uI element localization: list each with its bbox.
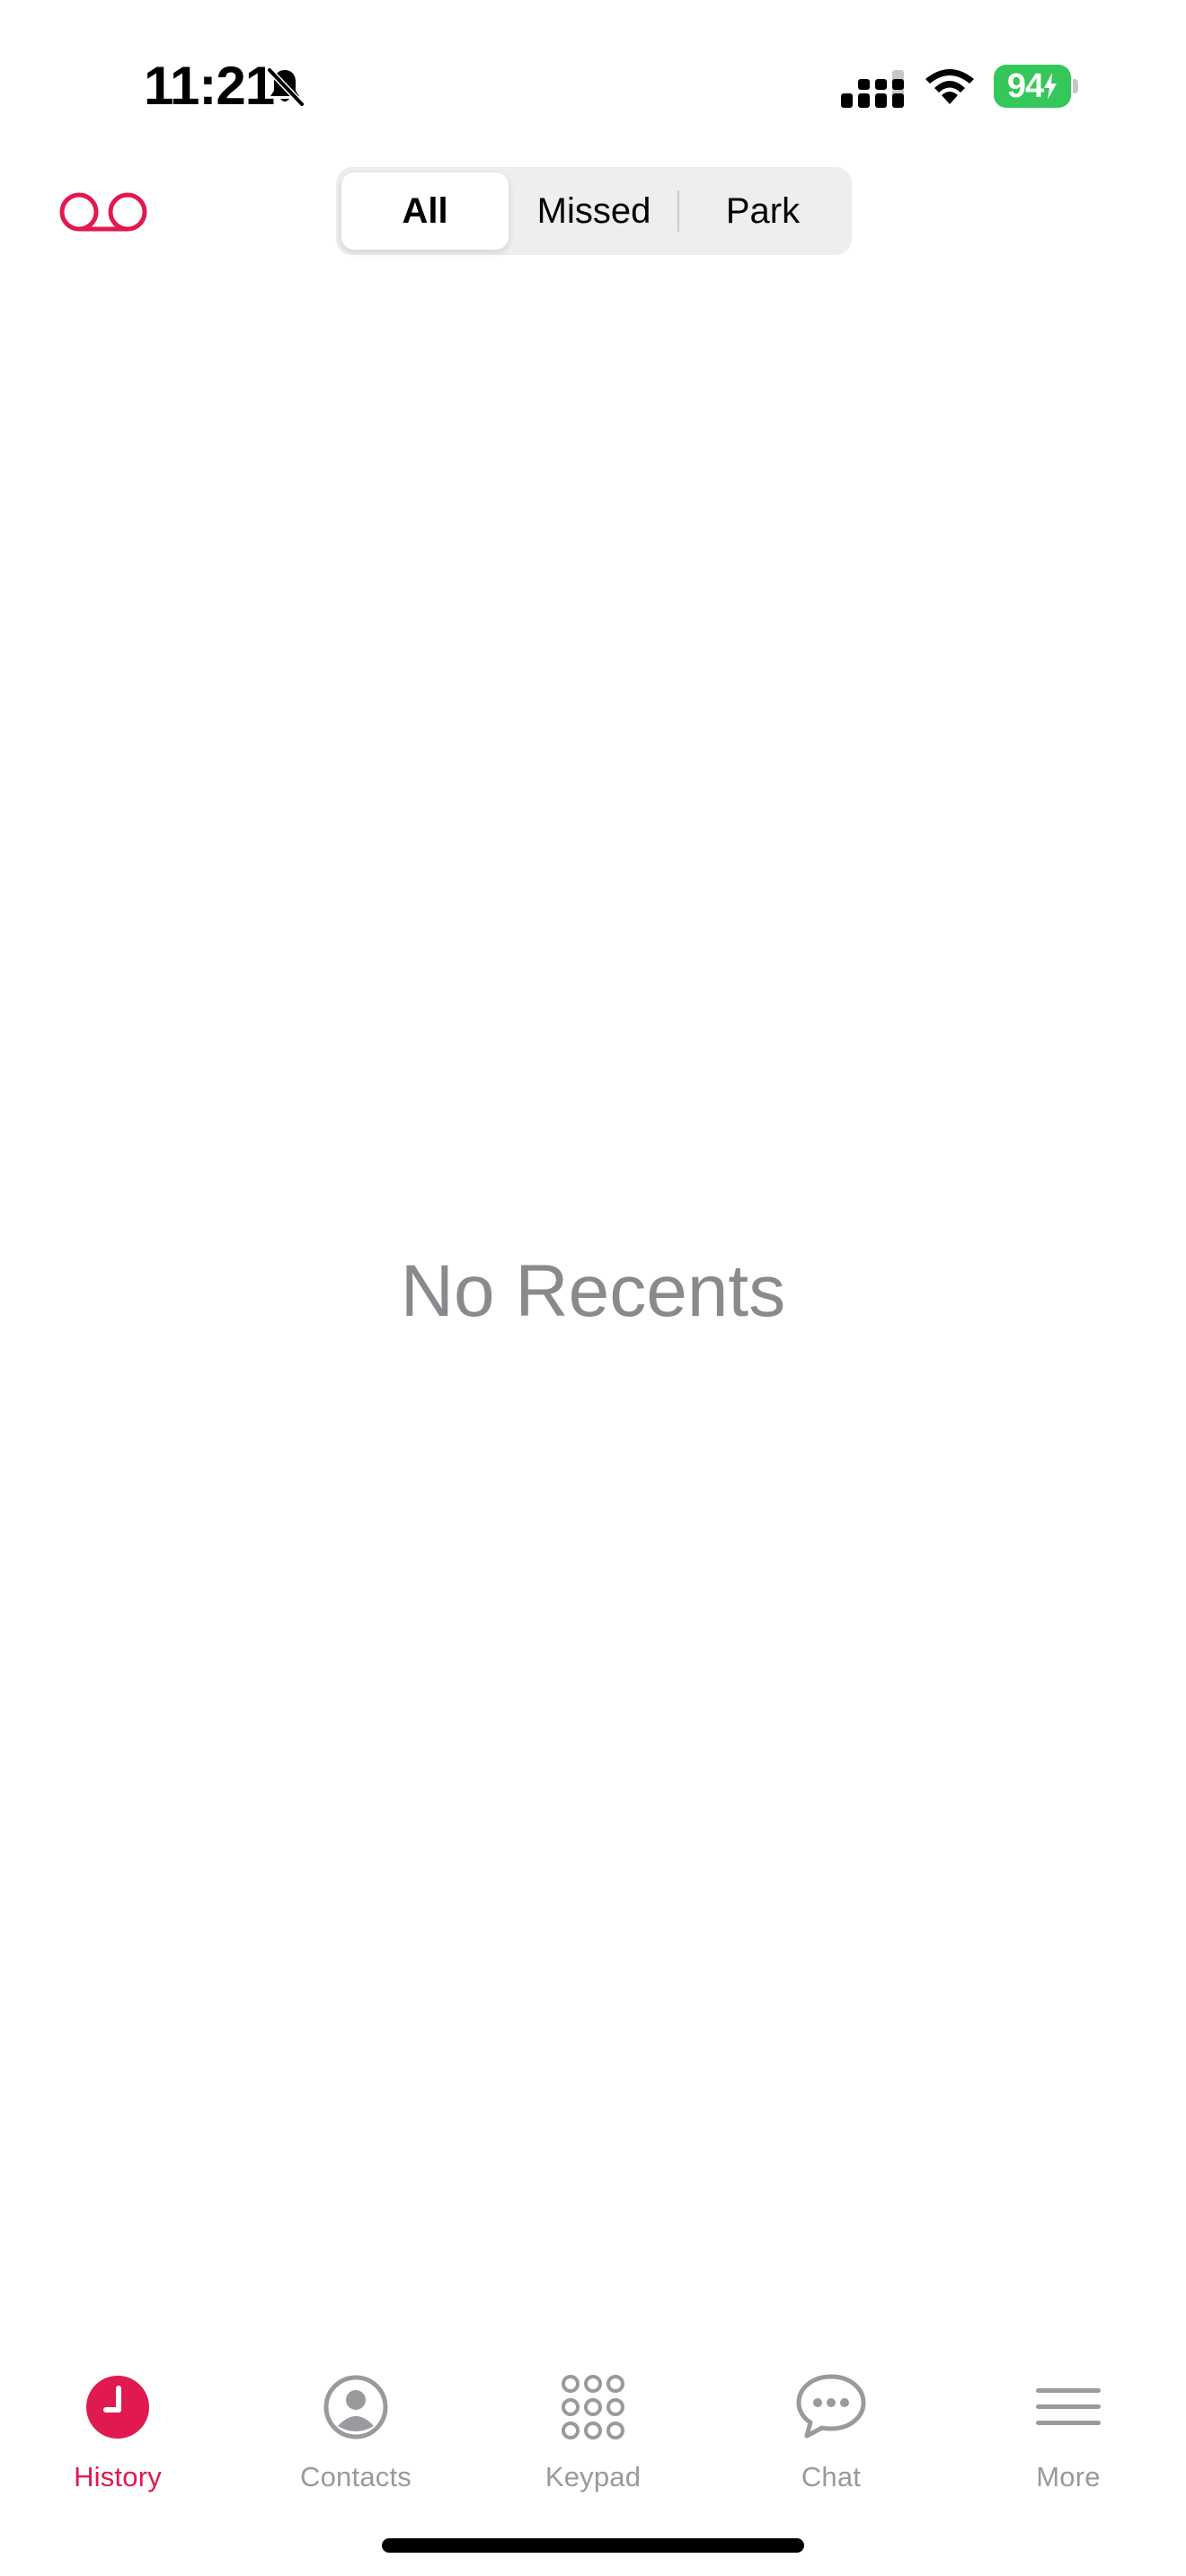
empty-state-message: No Recents [400, 1250, 786, 1332]
voicemail-button[interactable] [54, 185, 153, 239]
chat-bubble-icon [793, 2369, 869, 2445]
menu-lines-icon [1031, 2369, 1106, 2445]
wifi-icon [925, 69, 974, 104]
segment-park[interactable]: Park [679, 172, 846, 250]
clock-icon [80, 2369, 155, 2445]
tab-contacts[interactable]: Contacts [266, 2369, 446, 2504]
tab-label-history: History [74, 2461, 162, 2492]
battery-percent: 94 [1006, 67, 1044, 105]
tab-history[interactable]: History [28, 2369, 208, 2504]
status-bar: 11:21 94 [0, 0, 1186, 162]
tab-label-chat: Chat [801, 2461, 862, 2492]
cellular-signal-icon [841, 70, 904, 108]
tab-keypad[interactable]: Keypad [503, 2369, 683, 2504]
voicemail-icon [59, 192, 147, 232]
battery-cap [1073, 79, 1078, 93]
person-circle-icon [318, 2369, 394, 2445]
battery-body: 94 [994, 65, 1071, 108]
tab-label-more: More [1036, 2461, 1101, 2492]
tab-label-keypad: Keypad [544, 2461, 642, 2492]
tab-more[interactable]: More [978, 2369, 1158, 2504]
battery-charging-icon: 94 [994, 65, 1080, 108]
status-time: 11:21 [144, 56, 275, 116]
tab-chat[interactable]: Chat [741, 2369, 921, 2504]
home-indicator[interactable] [382, 2538, 804, 2553]
segment-missed[interactable]: Missed [510, 172, 677, 250]
recents-filter-segmented-control: All Missed Park [336, 167, 852, 255]
tab-label-contacts: Contacts [300, 2461, 412, 2492]
charging-bolt-icon [1044, 73, 1058, 100]
bell-slash-icon [266, 66, 305, 108]
phone-screen: 11:21 94 All Missed Park No Recents Hist… [0, 0, 1186, 2576]
segment-all[interactable]: All [341, 172, 509, 250]
keypad-icon [555, 2369, 631, 2445]
